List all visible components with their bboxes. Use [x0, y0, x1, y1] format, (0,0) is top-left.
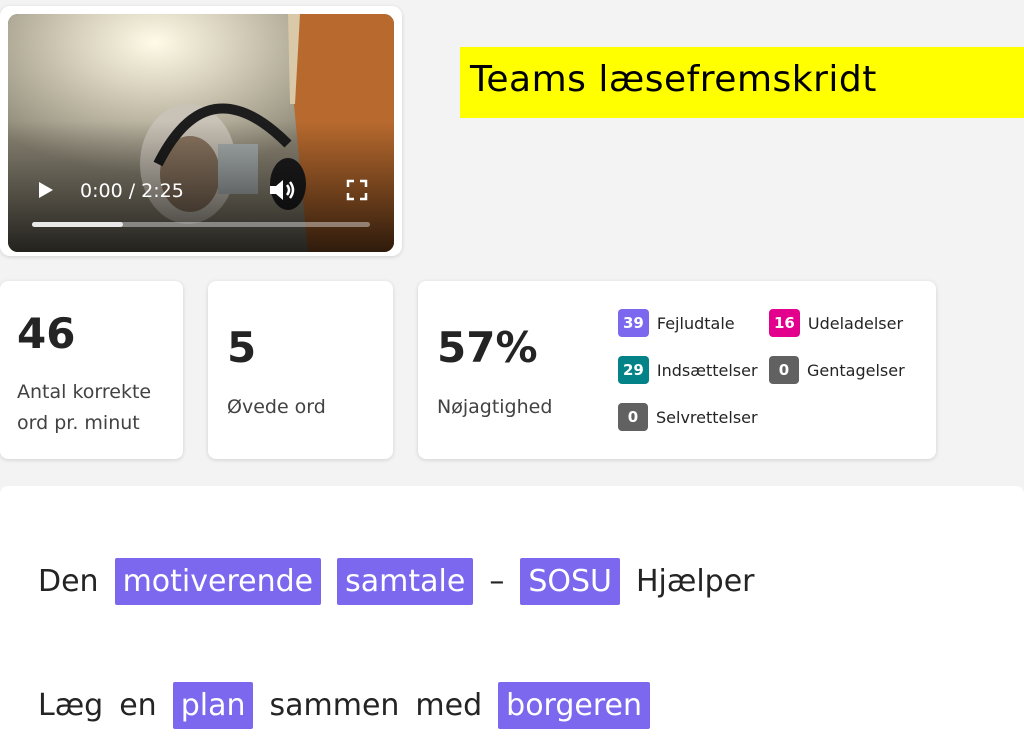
highlighted-word[interactable]: samtale [337, 558, 474, 605]
highlighted-word[interactable]: plan [172, 682, 254, 729]
accuracy-value: 57% [437, 323, 538, 372]
play-icon[interactable] [36, 180, 56, 200]
practiced-words-label: Øvede ord [227, 396, 326, 418]
mispronunciation-count-badge: 39 [618, 309, 649, 337]
error-omissions: 16 Udeladelser [769, 309, 903, 337]
passage-word[interactable]: – [489, 558, 504, 605]
title-banner: Teams læsefremskridt [460, 47, 1024, 118]
video-player[interactable]: 0:00 / 2:25 [8, 14, 394, 252]
video-progress-bar[interactable] [32, 222, 370, 227]
error-repetitions: 0 Gentagelser [769, 356, 905, 384]
passage-word[interactable]: Læg [38, 682, 103, 729]
video-time: 0:00 / 2:25 [80, 180, 184, 202]
omissions-label: Udeladelser [807, 313, 904, 333]
repetitions-count-badge: 0 [769, 356, 799, 384]
error-badges: 39 Fejludtale 16 Udeladelser 29 Indsætte… [618, 309, 938, 439]
passage-line-1: Den motiverende samtale – SOSU Hjælper [38, 558, 771, 605]
error-self-corrections: 0 Selvrettelser [618, 403, 758, 431]
insertions-label: Indsættelser [656, 360, 758, 380]
fullscreen-icon[interactable] [346, 179, 368, 201]
self-corrections-count-badge: 0 [618, 403, 648, 431]
video-progress-fill [32, 222, 124, 227]
omissions-count-badge: 16 [769, 309, 800, 337]
passage-word[interactable]: Hjælper [636, 558, 755, 605]
wcpm-value: 46 [17, 309, 76, 358]
practiced-words-card: 5 Øvede ord [208, 281, 393, 459]
error-insertions: 29 Indsættelser [618, 356, 758, 384]
wcpm-label-line2: ord pr. minut [17, 412, 140, 434]
passage-line-2: Læg en plan sammen med borgeren [38, 682, 666, 729]
wcpm-card: 46 Antal korrekte ord pr. minut [0, 281, 183, 459]
reading-passage: Den motiverende samtale – SOSU Hjælper Læg en p… [0, 486, 1024, 739]
wcpm-label-line1: Antal korrekte [17, 381, 152, 403]
error-mispronunciation: 39 Fejludtale [618, 309, 735, 337]
video-controls: 0:00 / 2:25 [8, 162, 394, 252]
video-card: 0:00 / 2:25 [0, 6, 402, 256]
passage-word[interactable]: sammen [269, 682, 399, 729]
practiced-words-value: 5 [227, 323, 257, 372]
insertions-count-badge: 29 [618, 356, 649, 384]
repetitions-label: Gentagelser [807, 360, 905, 380]
passage-word[interactable]: med [415, 682, 482, 729]
self-corrections-label: Selvrettelser [656, 407, 758, 427]
accuracy-card: 57% Nøjagtighed 39 Fejludtale 16 Udelade… [418, 281, 936, 459]
mispronunciation-label: Fejludtale [656, 313, 735, 333]
highlighted-word[interactable]: borgeren [498, 682, 651, 729]
passage-word[interactable]: Den [38, 558, 99, 605]
page-title: Teams læsefremskridt [470, 59, 877, 100]
highlighted-word[interactable]: motiverende [114, 558, 322, 605]
highlighted-word[interactable]: SOSU [520, 558, 620, 605]
accuracy-label: Nøjagtighed [437, 396, 553, 418]
volume-icon[interactable] [268, 177, 298, 203]
passage-word[interactable]: en [119, 682, 156, 729]
